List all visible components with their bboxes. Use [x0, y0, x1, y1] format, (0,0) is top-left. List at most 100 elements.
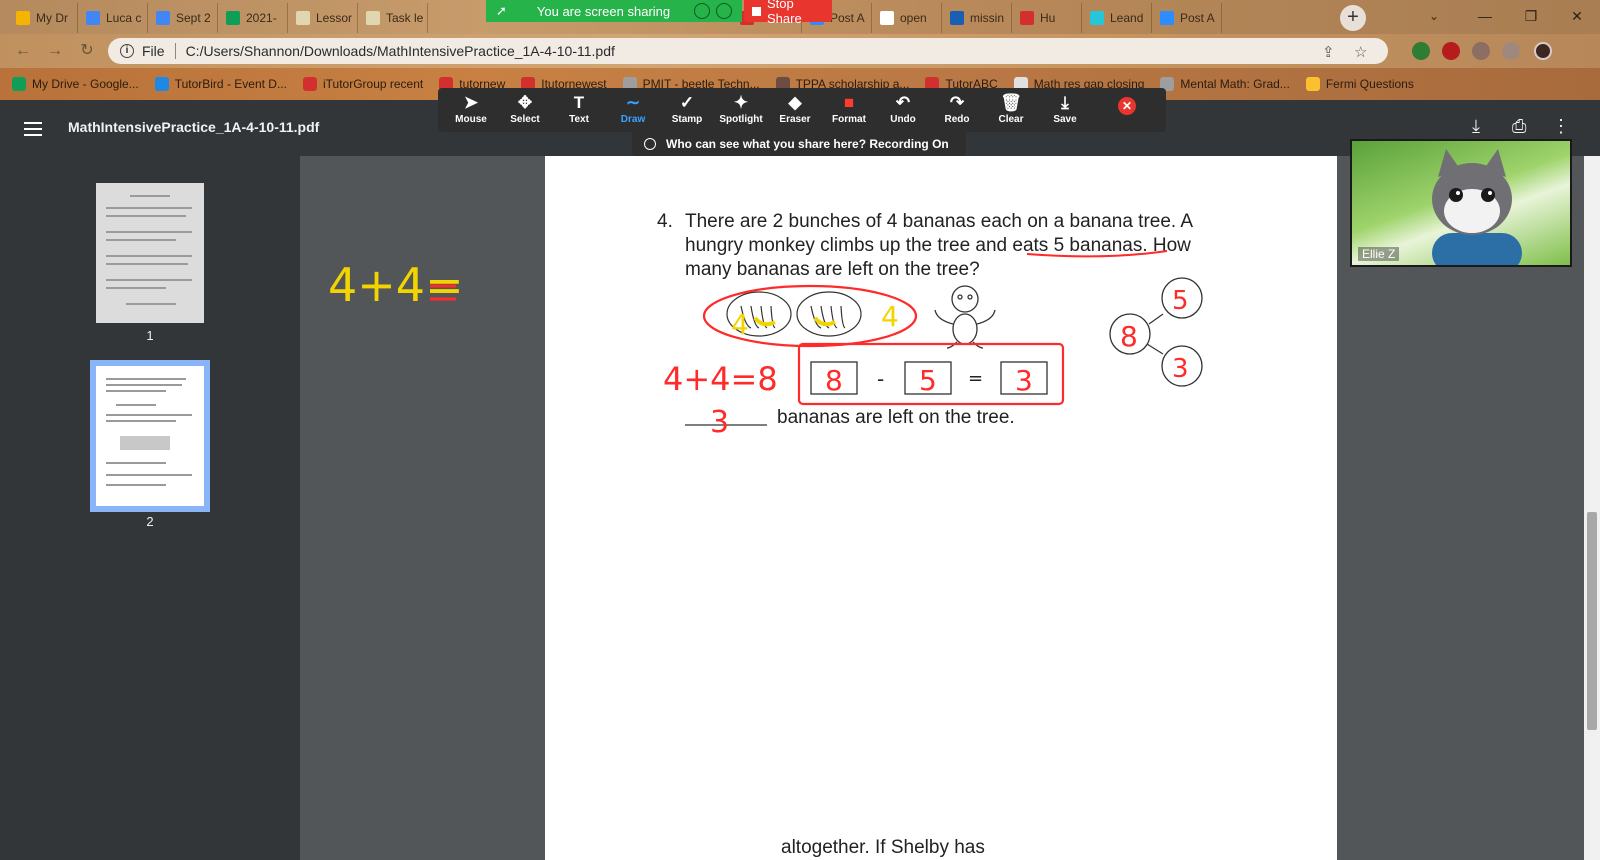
tool-format[interactable]: ■ Format — [822, 88, 876, 132]
thumbnail-sidebar: 1 2 — [0, 156, 300, 860]
tool-label: Clear — [998, 114, 1024, 125]
new-tab-button[interactable]: + — [1340, 5, 1366, 31]
tool-redo[interactable]: ↷ Redo — [930, 88, 984, 132]
bookmark-star-icon[interactable]: ☆ — [1354, 43, 1367, 61]
ublock-icon[interactable] — [1442, 42, 1460, 60]
tab-favicon-icon — [880, 11, 894, 25]
window-controls: — ❐ ✕ — [1462, 0, 1600, 32]
tab-favicon-icon — [296, 11, 310, 25]
bookmark-item[interactable]: My Drive - Google... — [12, 77, 139, 91]
tool-text[interactable]: T Text — [552, 88, 606, 132]
margin-annotation: 4+4= — [328, 258, 464, 312]
tool-draw[interactable]: ∼ Draw — [606, 88, 660, 132]
page-drawing-layer: 4 4 4+4=8 8 - 5 = 3 3 8 5 3 — [663, 250, 1203, 440]
participant-video[interactable]: Ellie Z — [1350, 139, 1572, 267]
back-arrow-icon[interactable]: ← — [12, 40, 34, 62]
handwritten-equation: 4+4=8 — [663, 360, 778, 398]
reload-icon[interactable]: ↻ — [76, 40, 98, 62]
tab-search-icon[interactable]: ⌄ — [1420, 4, 1448, 28]
tool-clear[interactable]: 🗑 Clear — [984, 88, 1038, 132]
address-bar[interactable]: i File C:/Users/Shannon/Downloads/MathIn… — [108, 38, 1388, 64]
bond-whole: 8 — [1120, 320, 1138, 353]
bookmark-label: Mental Math: Grad... — [1180, 77, 1290, 91]
tool-label: Save — [1053, 114, 1077, 125]
extensions-menu-icon[interactable] — [1502, 42, 1520, 60]
tool-mouse[interactable]: ➤ Mouse — [444, 88, 498, 132]
person-icon — [644, 138, 656, 150]
box-value: 5 — [919, 364, 937, 397]
browser-tab[interactable]: Hu — [1012, 3, 1082, 33]
download-icon[interactable]: ⤓ — [1472, 116, 1480, 137]
close-annotation-icon[interactable]: ✕ — [1118, 97, 1136, 115]
bookmark-favicon-icon — [154, 77, 169, 91]
bookmark-favicon-icon — [12, 77, 26, 91]
tool-label: Select — [510, 114, 540, 125]
page-thumbnail-selected[interactable] — [90, 360, 210, 512]
url-text[interactable]: C:/Users/Shannon/Downloads/MathIntensive… — [186, 43, 615, 59]
tab-label: missin — [970, 11, 1005, 25]
tool-stamp[interactable]: ✓ Stamp — [660, 88, 714, 132]
restore-icon[interactable]: ❐ — [1508, 0, 1554, 32]
browser-tab[interactable]: Sept 2 — [148, 3, 218, 33]
print-icon[interactable]: ⎙ — [1512, 116, 1526, 137]
tab-label: Lessor — [316, 11, 353, 25]
tool-label: Text — [569, 114, 589, 125]
undo-icon: ↶ — [895, 93, 911, 112]
browser-tab[interactable]: 2021- — [218, 3, 288, 33]
tool-undo[interactable]: ↶ Undo — [876, 88, 930, 132]
stamp-icon: ✓ — [679, 93, 695, 112]
browser-tab[interactable]: open — [872, 3, 942, 33]
vertical-scrollbar[interactable] — [1584, 156, 1600, 860]
shield-icon[interactable] — [716, 3, 732, 19]
tool-save[interactable]: ⤓ Save — [1038, 88, 1092, 132]
equals-sign: = — [968, 368, 983, 389]
browser-tab[interactable]: Task le — [358, 3, 428, 33]
browser-tab[interactable]: missin — [942, 3, 1012, 33]
minimize-icon[interactable]: — — [1462, 0, 1508, 32]
tab-label: open — [900, 11, 927, 25]
box-value: 8 — [825, 364, 843, 397]
browser-tab[interactable]: Post A — [1152, 3, 1222, 33]
save-icon: ⤓ — [1061, 93, 1069, 112]
tool-label: Format — [832, 114, 866, 125]
scroll-thumb[interactable] — [1587, 512, 1597, 730]
red-underline — [1026, 250, 1168, 258]
stop-share-button[interactable]: Stop Share — [744, 0, 832, 26]
profile-avatar[interactable] — [1534, 42, 1552, 60]
tool-select[interactable]: ✥ Select — [498, 88, 552, 132]
page-thumbnail[interactable] — [96, 183, 204, 323]
tool-spotlight[interactable]: ✦ Spotlight — [714, 88, 768, 132]
stop-square-icon — [752, 6, 761, 16]
document-title: MathIntensivePractice_1A-4-10-11.pdf — [68, 119, 320, 135]
bookmark-item[interactable]: Mental Math: Grad... — [1160, 77, 1290, 91]
blank-answer: 3 — [710, 405, 729, 440]
recording-notice[interactable]: Who can see what you share here? Recordi… — [632, 132, 966, 156]
url-scheme: File — [142, 43, 165, 59]
annotation-toolbar: ➤ Mouse ✥ Select T Text ∼ Draw ✓ Stamp ✦ Spotlight ◆… — [438, 88, 1166, 132]
text-icon: T — [573, 93, 585, 112]
share-page-icon[interactable]: ⇪ — [1322, 43, 1335, 61]
bookmark-item[interactable]: TutorBird - Event D... — [154, 77, 287, 91]
tool-label: Draw — [620, 114, 646, 125]
bookmark-favicon-icon — [302, 77, 317, 91]
tool-eraser[interactable]: ◆ Eraser — [768, 88, 822, 132]
bookmark-item[interactable]: iTutorGroup recent — [302, 77, 423, 91]
tool-label: Stamp — [671, 114, 703, 125]
browser-toolbar: ← → ↻ i File C:/Users/Shannon/Downloads/… — [0, 34, 1600, 68]
extension-icon[interactable] — [1472, 42, 1490, 60]
browser-tab[interactable]: Lessor — [288, 3, 358, 33]
extension-puzzle-icon[interactable] — [1412, 42, 1430, 60]
cursor-icon: ➤ — [463, 93, 479, 112]
forward-arrow-icon[interactable]: → — [44, 40, 66, 62]
page-number: 1 — [146, 328, 154, 343]
bookmark-item[interactable]: Fermi Questions — [1305, 77, 1414, 91]
info-icon[interactable]: i — [120, 44, 134, 58]
more-options-icon[interactable]: ⋮ — [1552, 116, 1570, 137]
browser-tab[interactable]: My Dr — [8, 3, 78, 33]
tab-favicon-icon — [950, 11, 964, 25]
browser-tab[interactable]: Leand — [1082, 3, 1152, 33]
browser-tab[interactable]: Luca c — [78, 3, 148, 33]
menu-icon[interactable] — [24, 122, 42, 136]
close-window-icon[interactable]: ✕ — [1554, 0, 1600, 32]
network-icon[interactable] — [694, 3, 710, 19]
